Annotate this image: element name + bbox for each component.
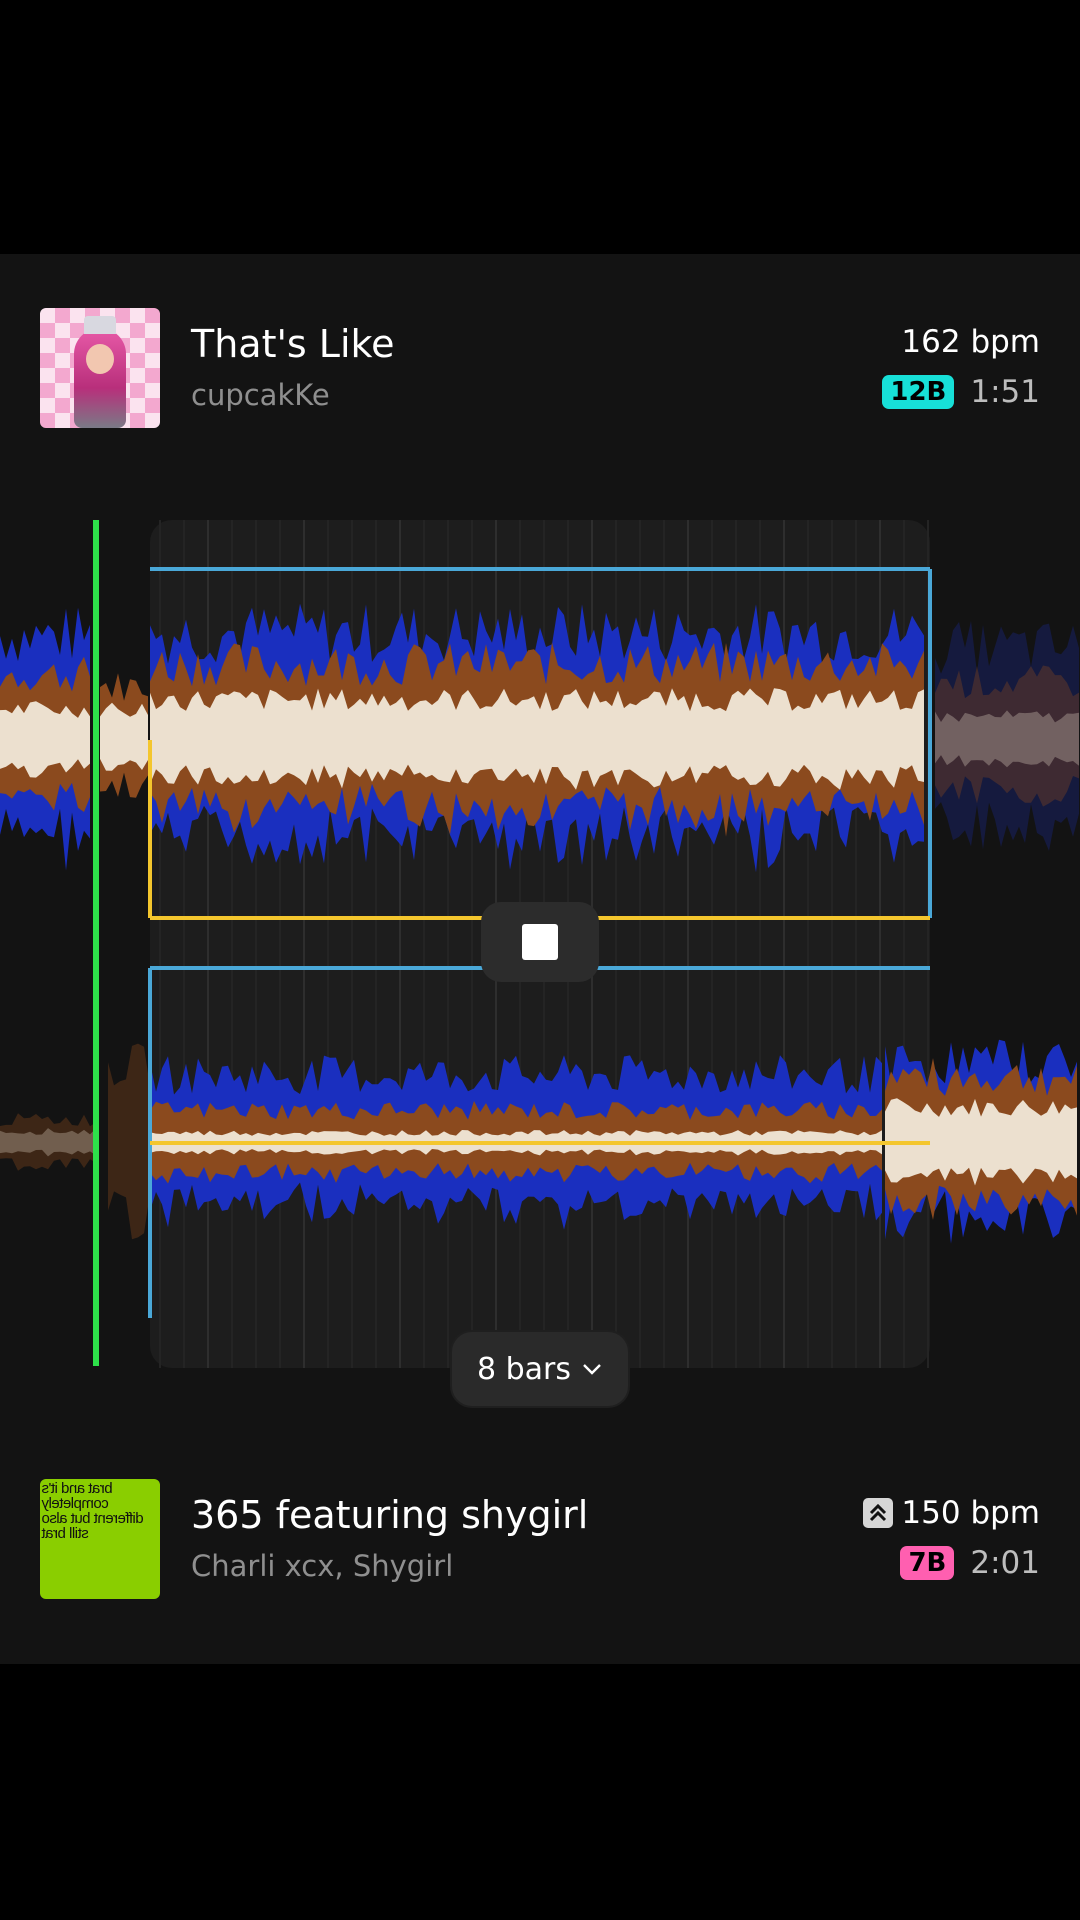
track-a-artist: cupcakKe	[191, 378, 330, 412]
track-a-title: That's Like	[191, 322, 395, 366]
track-b-wave-mid-pre2	[108, 1043, 150, 1240]
track-a-key-duration: 12B 1:51	[882, 374, 1040, 410]
track-a-wave-high-gap	[100, 702, 148, 771]
track-a-key-badge: 12B	[882, 375, 955, 409]
track-a-row[interactable]: That's Like cupcakKe 162 bpm 12B 1:51	[40, 308, 1040, 428]
track-b-duration: 2:01	[970, 1545, 1040, 1581]
track-b-artwork-text: brat and it's completely different but a…	[42, 1480, 144, 1542]
track-b-artwork: brat and it's completely different but a…	[40, 1479, 160, 1599]
track-b-bpm: 150 bpm	[863, 1495, 1040, 1531]
track-b-key-badge: 7B	[900, 1546, 955, 1580]
track-a-duration: 1:51	[970, 374, 1040, 410]
transition-length-label: 8 bars	[476, 1351, 571, 1387]
transition-length-dropdown[interactable]: 8 bars	[450, 1330, 630, 1408]
chevron-down-icon	[583, 1364, 601, 1375]
track-b-row[interactable]: brat and it's completely different but a…	[40, 1479, 1040, 1599]
track-a-artwork	[40, 308, 160, 428]
stop-button[interactable]	[481, 902, 599, 982]
stop-icon	[522, 924, 558, 960]
track-b-artist: Charli xcx, Shygirl	[191, 1549, 454, 1583]
track-b-key-duration: 7B 2:01	[900, 1545, 1040, 1581]
track-a-bpm: 162 bpm	[901, 324, 1040, 360]
track-b-title: 365 featuring shygirl	[191, 1493, 589, 1537]
double-chevron-up-icon[interactable]	[863, 1498, 894, 1528]
